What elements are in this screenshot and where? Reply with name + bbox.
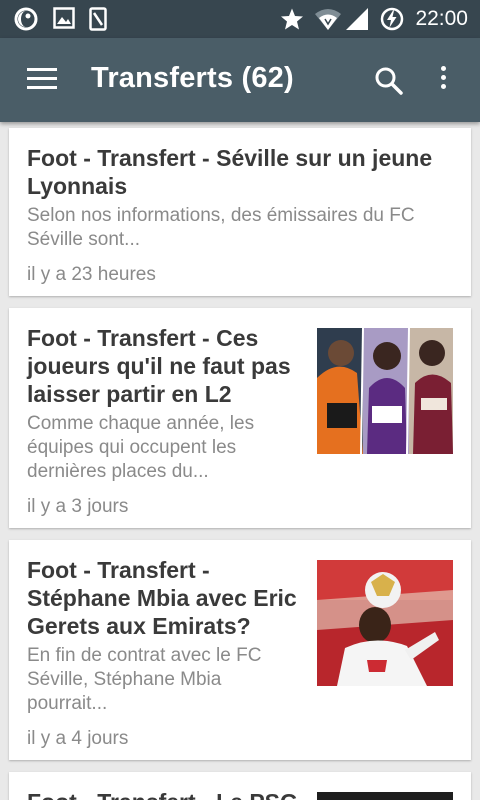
status-time: 22:00 xyxy=(415,7,468,30)
article-summary: Selon nos informations, des émissaires d… xyxy=(27,205,415,250)
article-title: Foot - Transfert - Ces joueurs qu'il ne … xyxy=(27,325,291,407)
hamburger-menu-icon[interactable] xyxy=(27,68,57,92)
article-feed: Foot - Transfert - Séville sur un jeune … xyxy=(0,122,480,800)
night-mode-icon xyxy=(14,7,38,31)
article-timestamp: il y a 3 jours xyxy=(27,496,129,517)
article-title: Foot - Transfert - Le PSG xyxy=(27,788,307,800)
app-toolbar: Transferts (62) xyxy=(0,38,480,122)
article-title: Foot - Transfert - Stéphane Mbia avec Er… xyxy=(27,557,297,639)
article-card[interactable]: Foot - Transfert - Le PSG xyxy=(9,772,471,800)
search-icon[interactable] xyxy=(374,66,404,96)
status-bar: 22:00 xyxy=(0,0,480,38)
article-card[interactable]: Foot - Transfert - Séville sur un jeune … xyxy=(9,128,471,296)
article-timestamp: il y a 4 jours xyxy=(27,728,129,749)
article-timestamp: il y a 23 heures xyxy=(27,264,156,285)
signal-icon xyxy=(346,8,368,30)
star-icon xyxy=(281,8,303,30)
article-thumbnail xyxy=(317,792,453,800)
image-icon xyxy=(53,7,75,29)
article-summary: Comme chaque année, les équipes qui occu… xyxy=(27,413,255,482)
article-thumbnail xyxy=(317,560,453,686)
phone-icon xyxy=(89,7,107,31)
article-card[interactable]: Foot - Transfert - Stéphane Mbia avec Er… xyxy=(9,540,471,760)
article-summary: En fin de contrat avec le FC Séville, St… xyxy=(27,645,262,714)
article-thumbnail xyxy=(317,328,453,454)
wifi-icon xyxy=(315,9,341,30)
article-title: Foot - Transfert - Séville sur un jeune … xyxy=(27,145,433,199)
more-vertical-icon[interactable] xyxy=(436,66,450,94)
battery-charging-icon xyxy=(380,7,404,31)
page-title: Transferts (62) xyxy=(91,62,294,94)
article-card[interactable]: Foot - Transfert - Ces joueurs qu'il ne … xyxy=(9,308,471,528)
